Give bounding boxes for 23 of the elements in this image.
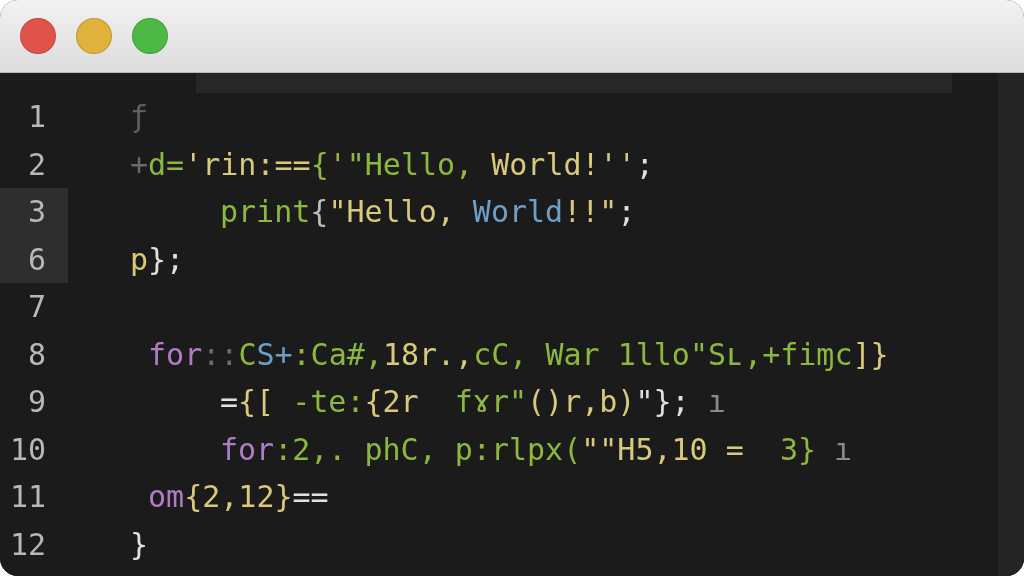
- line-number: 3: [0, 188, 68, 236]
- code-line: for::CS+:Ca#,18r.,cC, War 1llo"Sʟ,+fiɱc]}: [147, 336, 889, 372]
- line-number: 2: [26, 145, 47, 184]
- minimize-button[interactable]: [76, 18, 112, 54]
- line-number: 12: [8, 525, 47, 564]
- code-line: +d='rin:=={'"Hello, World!'';: [129, 146, 654, 182]
- scrollbar[interactable]: [998, 73, 1024, 576]
- line-number: 10: [8, 430, 47, 469]
- code-line: ƒ: [129, 99, 149, 135]
- zoom-button[interactable]: [132, 18, 168, 54]
- code-line: p};: [129, 241, 185, 277]
- line-number: 6: [0, 235, 68, 283]
- line-number: 8: [26, 335, 47, 374]
- code-line: }: [129, 526, 149, 562]
- code-line: ={[ -te:{2r fɤr"()r,b)"}; ı: [219, 384, 726, 420]
- code-line: om{2,12}==: [147, 479, 329, 515]
- line-number: 7: [26, 288, 47, 327]
- code-line: for:2,. phC, p:rlpx(""H5,10 = 3} ı: [219, 431, 853, 467]
- close-button[interactable]: [20, 18, 56, 54]
- line-number: 9: [26, 383, 47, 422]
- code-line: print{"Hello, World!!";: [219, 194, 636, 230]
- line-number: 11: [8, 478, 47, 517]
- line-number: 1: [26, 98, 47, 137]
